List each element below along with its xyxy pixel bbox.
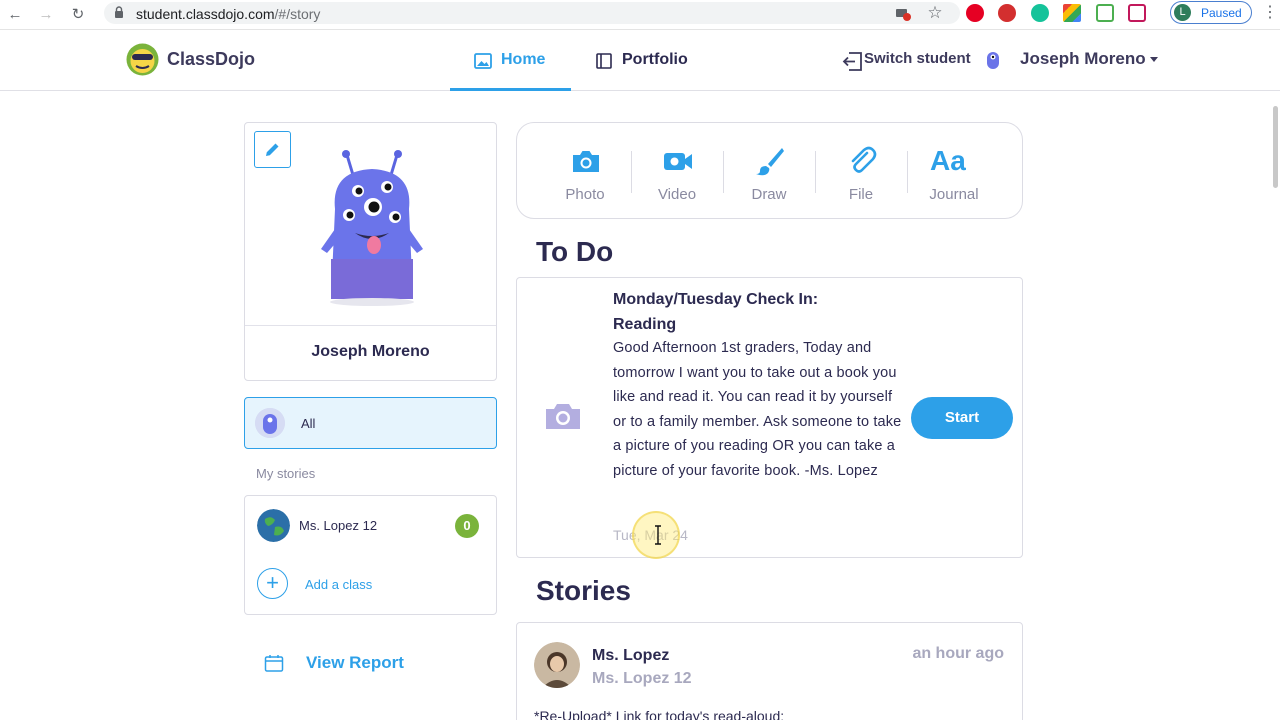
user-avatar-icon[interactable] (985, 49, 1001, 71)
todo-title: Monday/Tuesday Check In: Reading (613, 291, 819, 333)
story-class: Ms. Lopez 12 (592, 670, 692, 687)
forward-icon[interactable]: → (34, 3, 58, 27)
switch-user-icon (842, 52, 862, 71)
browser-toolbar: ← → ↻ student.classdojo.com/#/story ☆ L … (0, 0, 1280, 30)
story-card[interactable]: Ms. Lopez Ms. Lopez 12 an hour ago *Re-U… (516, 622, 1023, 720)
story-text: *Re-Upload* Link for today's read-aloud: (534, 708, 785, 720)
todo-card[interactable]: Monday/Tuesday Check In: Reading Good Af… (516, 277, 1023, 558)
back-icon[interactable]: ← (3, 3, 27, 27)
grammarly-icon[interactable] (1031, 4, 1049, 22)
profile-avatar: L (1174, 4, 1191, 21)
extension-green-icon[interactable] (1096, 4, 1114, 22)
camera-icon (546, 404, 580, 429)
switch-student-label: Switch student (864, 50, 971, 67)
my-stories-heading: My stories (256, 466, 316, 481)
class-name: Ms. Lopez 12 (299, 518, 378, 533)
stories-heading: Stories (536, 575, 631, 606)
extension-pink-icon[interactable] (1128, 4, 1146, 22)
app-header: ClassDojo Home Portfolio Switch student … (0, 30, 1280, 91)
tab-home[interactable]: Home (450, 30, 571, 91)
student-name: Joseph Moreno (311, 343, 430, 360)
plus-icon: + (257, 568, 288, 599)
compose-journal-label: Journal (929, 186, 979, 203)
profile-status: Paused (1201, 6, 1242, 20)
page-scrollbar[interactable] (1270, 100, 1280, 720)
address-bar[interactable]: student.classdojo.com/#/story (104, 2, 960, 24)
filter-all[interactable]: All (244, 397, 497, 449)
calendar-icon (264, 655, 284, 672)
compose-draw-button[interactable]: Draw (723, 123, 815, 218)
edit-avatar-button[interactable] (254, 131, 291, 168)
compose-journal-button[interactable]: Aa Journal (908, 123, 1000, 218)
user-name-menu[interactable]: Joseph Moreno (1020, 49, 1146, 69)
text-icon: Aa (930, 145, 966, 176)
reload-icon[interactable]: ↻ (66, 3, 90, 27)
globe-icon (257, 509, 290, 542)
brand-name[interactable]: ClassDojo (167, 49, 255, 70)
teacher-avatar[interactable] (534, 642, 580, 688)
menu-kebab-icon[interactable]: ⋮ (1262, 4, 1278, 22)
camera-blocked-icon[interactable] (894, 4, 912, 22)
extension-red-icon[interactable] (998, 4, 1016, 22)
brush-icon (756, 148, 784, 176)
url-host: student.classdojo.com (136, 6, 275, 22)
all-avatar-icon (255, 408, 285, 438)
class-list: Ms. Lopez 12 0 + Add a class (244, 495, 497, 615)
compose-photo-label: Photo (565, 186, 605, 203)
video-icon (664, 153, 692, 170)
pencil-icon (266, 143, 279, 156)
add-class-button[interactable]: + Add a class (245, 554, 496, 614)
chevron-down-icon[interactable] (1150, 57, 1158, 62)
student-profile-card: Joseph Moreno (244, 122, 497, 381)
class-count-badge: 0 (455, 514, 479, 538)
tab-home-label: Home (501, 51, 546, 68)
student-monster-avatar (321, 150, 423, 306)
paperclip-icon (851, 146, 877, 173)
pinterest-icon[interactable] (966, 4, 984, 22)
compose-file-button[interactable]: File (815, 123, 907, 218)
text-cursor-icon (655, 525, 661, 545)
tab-portfolio[interactable]: Portfolio (593, 30, 703, 91)
camera-icon (573, 151, 599, 172)
class-item-ms-lopez-12[interactable]: Ms. Lopez 12 0 (245, 496, 496, 554)
portfolio-icon (596, 53, 612, 69)
add-class-label: Add a class (305, 577, 373, 592)
picture-icon (474, 53, 492, 69)
compose-draw-label: Draw (751, 186, 787, 203)
extension-color-icon[interactable] (1063, 4, 1081, 22)
profile-button[interactable]: L Paused (1170, 1, 1252, 24)
start-button[interactable]: Start (911, 397, 1013, 439)
todo-description: Good Afternoon 1st graders, Today and to… (613, 340, 902, 479)
tab-portfolio-label: Portfolio (622, 51, 688, 68)
url-path: /#/story (274, 6, 321, 22)
story-author[interactable]: Ms. Lopez (592, 647, 669, 665)
compose-file-label: File (848, 186, 874, 203)
view-report-label: View Report (306, 653, 404, 672)
compose-video-button[interactable]: Video (631, 123, 723, 218)
scrollbar-thumb[interactable] (1273, 106, 1278, 188)
compose-photo-button[interactable]: Photo (539, 123, 631, 218)
classdojo-logo-icon[interactable] (126, 43, 159, 76)
todo-heading: To Do (536, 236, 614, 267)
post-composer: Photo Video Draw File Aa Journal (516, 122, 1023, 219)
filter-all-label: All (301, 416, 316, 431)
story-timestamp: an hour ago (912, 645, 1004, 662)
lock-icon (115, 6, 123, 18)
divider (245, 325, 496, 326)
bookmark-star-icon[interactable]: ☆ (926, 4, 944, 22)
compose-video-label: Video (657, 186, 697, 203)
